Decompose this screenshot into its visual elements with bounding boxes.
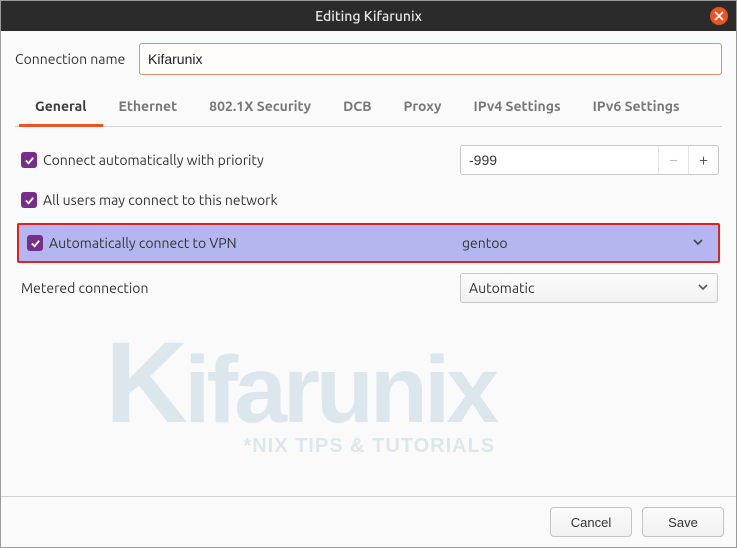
check-icon xyxy=(24,195,35,206)
checkbox-auto-vpn[interactable] xyxy=(27,235,43,251)
watermark: Kifarunix *NIX TIPS & TUTORIALS xyxy=(105,317,495,458)
dialog-footer: Cancel Save xyxy=(1,496,736,547)
tab-proxy[interactable]: Proxy xyxy=(388,90,458,127)
label-auto-priority: Connect automatically with priority xyxy=(43,152,264,168)
priority-spinbox: − + xyxy=(460,145,719,175)
row-auto-priority: Connect automatically with priority − + xyxy=(19,143,718,177)
priority-input[interactable] xyxy=(461,146,658,174)
priority-increment-button[interactable]: + xyxy=(688,146,718,174)
label-metered: Metered connection xyxy=(21,280,148,296)
chevron-down-icon xyxy=(697,280,709,296)
dialog-body: Connection name General Ethernet 802.1X … xyxy=(1,31,736,496)
cancel-button[interactable]: Cancel xyxy=(550,507,632,537)
metered-select-value: Automatic xyxy=(469,280,534,296)
tab-ipv4-settings[interactable]: IPv4 Settings xyxy=(458,90,577,127)
save-button[interactable]: Save xyxy=(642,507,724,537)
checkbox-all-users[interactable] xyxy=(21,192,37,208)
vpn-select[interactable]: gentoo xyxy=(454,228,712,258)
close-icon xyxy=(714,11,724,21)
dialog-window: Editing Kifarunix Connection name Genera… xyxy=(0,0,737,548)
tab-8021x-security[interactable]: 802.1X Security xyxy=(193,90,327,127)
label-auto-vpn: Automatically connect to VPN xyxy=(49,235,237,251)
tab-dcb[interactable]: DCB xyxy=(327,90,387,127)
tab-general[interactable]: General xyxy=(19,90,103,127)
tab-ethernet[interactable]: Ethernet xyxy=(103,90,194,127)
row-auto-vpn: Automatically connect to VPN gentoo xyxy=(17,223,720,263)
connection-name-label: Connection name xyxy=(15,51,139,67)
row-all-users: All users may connect to this network xyxy=(19,183,718,217)
tabs: General Ethernet 802.1X Security DCB Pro… xyxy=(15,89,722,127)
connection-name-input[interactable] xyxy=(139,43,722,75)
titlebar: Editing Kifarunix xyxy=(1,1,736,31)
window-title: Editing Kifarunix xyxy=(315,8,422,24)
close-button[interactable] xyxy=(710,7,728,25)
tab-ipv6-settings[interactable]: IPv6 Settings xyxy=(577,90,696,127)
chevron-down-icon xyxy=(692,235,704,251)
check-icon xyxy=(30,238,41,249)
checkbox-auto-priority[interactable] xyxy=(21,152,37,168)
row-metered: Metered connection Automatic xyxy=(19,271,718,305)
tab-content-general: Connect automatically with priority − + … xyxy=(15,127,722,486)
priority-decrement-button[interactable]: − xyxy=(658,146,688,174)
metered-select[interactable]: Automatic xyxy=(460,273,718,303)
label-all-users: All users may connect to this network xyxy=(43,192,278,208)
connection-name-row: Connection name xyxy=(15,43,722,75)
vpn-select-value: gentoo xyxy=(462,235,508,251)
check-icon xyxy=(24,155,35,166)
